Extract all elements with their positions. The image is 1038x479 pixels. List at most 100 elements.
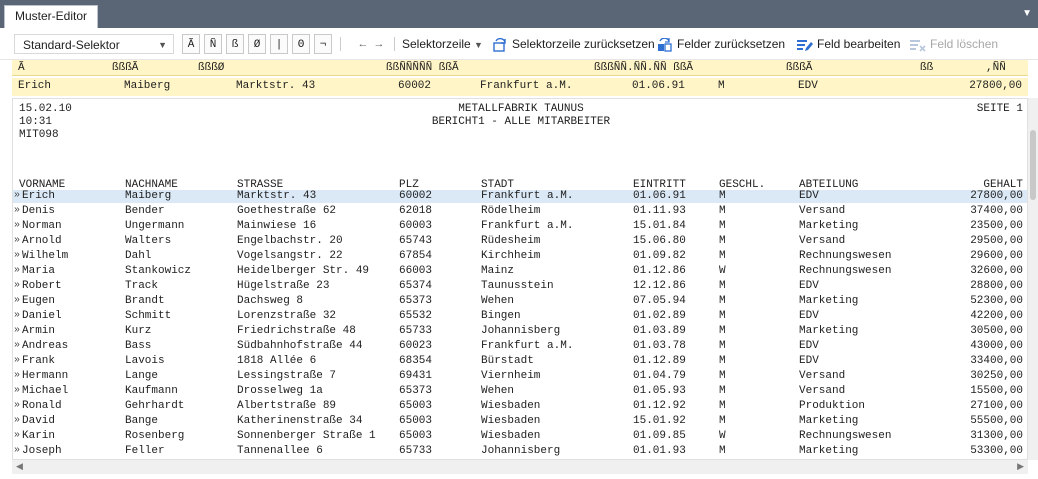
delete-field-button[interactable]: Feld löschen <box>910 34 998 54</box>
vertical-scrollbar[interactable] <box>1028 98 1038 460</box>
cell-vorname: Andreas <box>22 340 69 352</box>
reset-fields-label: Felder zurücksetzen <box>677 37 786 51</box>
selector-header-cell[interactable]: ßßßÑÑ.ÑÑ.ÑÑ ßßÃ <box>594 62 693 74</box>
row-marker-icon[interactable]: » <box>14 190 20 201</box>
report-row[interactable]: » Michael Kaufmann Drosselweg 1a 65373 Wehen 0… <box>13 385 1027 398</box>
selector-cell[interactable]: Erich <box>18 80 51 92</box>
selector-cell[interactable]: 01.06.91 <box>632 80 685 92</box>
report-row[interactable]: » David Bange Katherinenstraße 34 65003 Wiesb… <box>13 415 1027 428</box>
cell-gehalt: 30250,00 <box>970 370 1023 382</box>
cell-strasse: Marktstr. 43 <box>237 190 317 202</box>
row-marker-icon[interactable]: » <box>14 415 20 426</box>
selector-row-dropdown[interactable]: Selektorzeile ▼ <box>402 34 483 54</box>
cell-geschl: W <box>719 430 726 442</box>
reset-selector-row-button[interactable]: Selektorzeile zurücksetzen <box>492 34 655 54</box>
cell-plz: 65003 <box>399 415 433 427</box>
char-button-a-tilde[interactable]: Ã <box>182 34 200 54</box>
report-row[interactable]: » Ronald Gehrhardt Albertstraße 89 65003 Wies… <box>13 400 1027 413</box>
selector-combo[interactable]: Standard-Selektor ▼ <box>14 34 174 54</box>
cell-strasse: Vogelsangstr. 22 <box>237 250 343 262</box>
cell-gehalt: 28800,00 <box>970 280 1023 292</box>
report-row[interactable]: » Eugen Brandt Dachsweg 8 65373 Wehen 07.05.94… <box>13 295 1027 308</box>
row-marker-icon[interactable]: » <box>14 235 20 246</box>
scroll-left-icon[interactable]: ◀ <box>16 461 23 472</box>
selector-cell[interactable]: M <box>718 80 725 92</box>
row-marker-icon[interactable]: » <box>14 295 20 306</box>
row-marker-icon[interactable]: » <box>14 250 20 261</box>
cell-eintritt: 15.01.84 <box>633 220 686 232</box>
cell-abteilung: Versand <box>799 205 846 217</box>
selector-header-cell[interactable]: ßßÑÑÑÑÑ ßßÃ <box>386 62 459 74</box>
char-button-theta[interactable]: Θ <box>292 34 310 54</box>
report-page: SEITE 1 <box>976 103 1023 115</box>
row-marker-icon[interactable]: » <box>14 280 20 291</box>
report-row[interactable]: » Karin Rosenberg Sonnenberger Straße 1 6500… <box>13 430 1027 443</box>
row-marker-icon[interactable]: » <box>14 220 20 231</box>
cell-gehalt: 37400,00 <box>970 205 1023 217</box>
selector-header-cell[interactable]: ßßßÃ <box>786 62 812 74</box>
report-row[interactable]: » Wilhelm Dahl Vogelsangstr. 22 67854 Kirchhe… <box>13 250 1027 263</box>
row-marker-icon[interactable]: » <box>14 340 20 351</box>
cell-nachname: Feller <box>125 445 165 457</box>
row-marker-icon[interactable]: » <box>14 325 20 336</box>
selector-cell[interactable]: 60002 <box>398 80 431 92</box>
selector-cell[interactable]: Frankfurt a.M. <box>480 80 572 92</box>
row-marker-icon[interactable]: » <box>14 265 20 276</box>
edit-field-button[interactable]: Feld bearbeiten <box>797 34 900 54</box>
vertical-scroll-thumb[interactable] <box>1030 130 1036 200</box>
scroll-right-icon[interactable]: ▶ <box>1017 461 1024 472</box>
char-button-n-tilde[interactable]: Ñ <box>204 34 222 54</box>
report-view[interactable]: 15.02.10 10:31 MIT098 METALLFABRIK TAUNU… <box>12 98 1028 460</box>
selector-cell[interactable]: Maiberg <box>124 80 170 92</box>
selector-cell[interactable]: EDV <box>798 80 818 92</box>
selector-cell[interactable]: Marktstr. 43 <box>236 80 315 92</box>
report-row[interactable]: » Hermann Lange Lessingstraße 7 69431 Viernhe… <box>13 370 1027 383</box>
char-button-not[interactable]: ¬ <box>314 34 332 54</box>
report-row[interactable]: » Daniel Schmitt Lorenzstraße 32 65532 Bingen… <box>13 310 1027 323</box>
row-marker-icon[interactable]: » <box>14 400 20 411</box>
report-row[interactable]: » Denis Bender Goethestraße 62 62018 Rödelhei… <box>13 205 1027 218</box>
cell-stadt: Wehen <box>481 295 515 307</box>
cell-gehalt: 23500,00 <box>970 220 1023 232</box>
report-row[interactable]: » Andreas Bass Südbahnhofstraße 44 60023 Fran… <box>13 340 1027 353</box>
cell-abteilung: EDV <box>799 280 819 292</box>
report-row[interactable]: » Armin Kurz Friedrichstraße 48 65733 Johanni… <box>13 325 1027 338</box>
nav-next-button[interactable]: → <box>372 34 386 54</box>
report-row[interactable]: » Arnold Walters Engelbachstr. 20 65743 Rüdes… <box>13 235 1027 248</box>
cell-vorname: Robert <box>22 280 62 292</box>
report-row[interactable]: » Maria Stankowicz Heidelberger Str. 49 6600… <box>13 265 1027 278</box>
cell-nachname: Rosenberg <box>125 430 185 442</box>
report-row[interactable]: » Frank Lavois 1818 Allée 6 68354 Bürstadt 01.… <box>13 355 1027 368</box>
cell-abteilung: EDV <box>799 340 819 352</box>
cell-stadt: Viernheim <box>481 370 541 382</box>
selector-cell[interactable]: 27800,00 <box>942 80 1022 92</box>
selector-header-cell[interactable]: Ã <box>18 62 25 74</box>
row-marker-icon[interactable]: » <box>14 430 20 441</box>
nav-prev-button[interactable]: ← <box>356 34 370 54</box>
cell-plz: 65373 <box>399 385 433 397</box>
tab-muster-editor[interactable]: Muster-Editor <box>4 5 99 28</box>
report-row[interactable]: » Robert Track Hügelstraße 23 65374 Taunusste… <box>13 280 1027 293</box>
row-marker-icon[interactable]: » <box>14 385 20 396</box>
chevron-down-icon: ▼ <box>158 40 167 50</box>
horizontal-scrollbar[interactable]: ◀ ▶ <box>12 460 1028 474</box>
row-marker-icon[interactable]: » <box>14 310 20 321</box>
row-marker-icon[interactable]: » <box>14 370 20 381</box>
cell-nachname: Walters <box>125 235 172 247</box>
row-marker-icon[interactable]: » <box>14 205 20 216</box>
char-button-eszett[interactable]: ß <box>226 34 244 54</box>
char-button-o-slash[interactable]: Ø <box>248 34 266 54</box>
report-row[interactable]: » Joseph Feller Tannenallee 6 65733 Johannisb… <box>13 445 1027 458</box>
selector-header-cell[interactable]: ,ÑÑ <box>986 62 1006 74</box>
selector-header-cell[interactable]: ßßßÃ <box>112 62 138 74</box>
row-marker-icon[interactable]: » <box>14 355 20 366</box>
char-button-pipe[interactable]: | <box>270 34 288 54</box>
row-marker-icon[interactable]: » <box>14 445 20 456</box>
cell-eintritt: 01.09.82 <box>633 250 686 262</box>
report-row[interactable]: » Erich Maiberg Marktstr. 43 60002 Frankfurt … <box>13 190 1027 203</box>
selector-header-cell[interactable]: ßß <box>920 62 933 74</box>
selector-header-cell[interactable]: ßßßØ <box>198 62 224 74</box>
report-row[interactable]: » Norman Ungermann Mainwiese 16 60003 Frankfu… <box>13 220 1027 233</box>
chevron-down-icon[interactable]: ▼ <box>1022 8 1032 19</box>
reset-fields-button[interactable]: Felder zurücksetzen <box>657 34 785 54</box>
